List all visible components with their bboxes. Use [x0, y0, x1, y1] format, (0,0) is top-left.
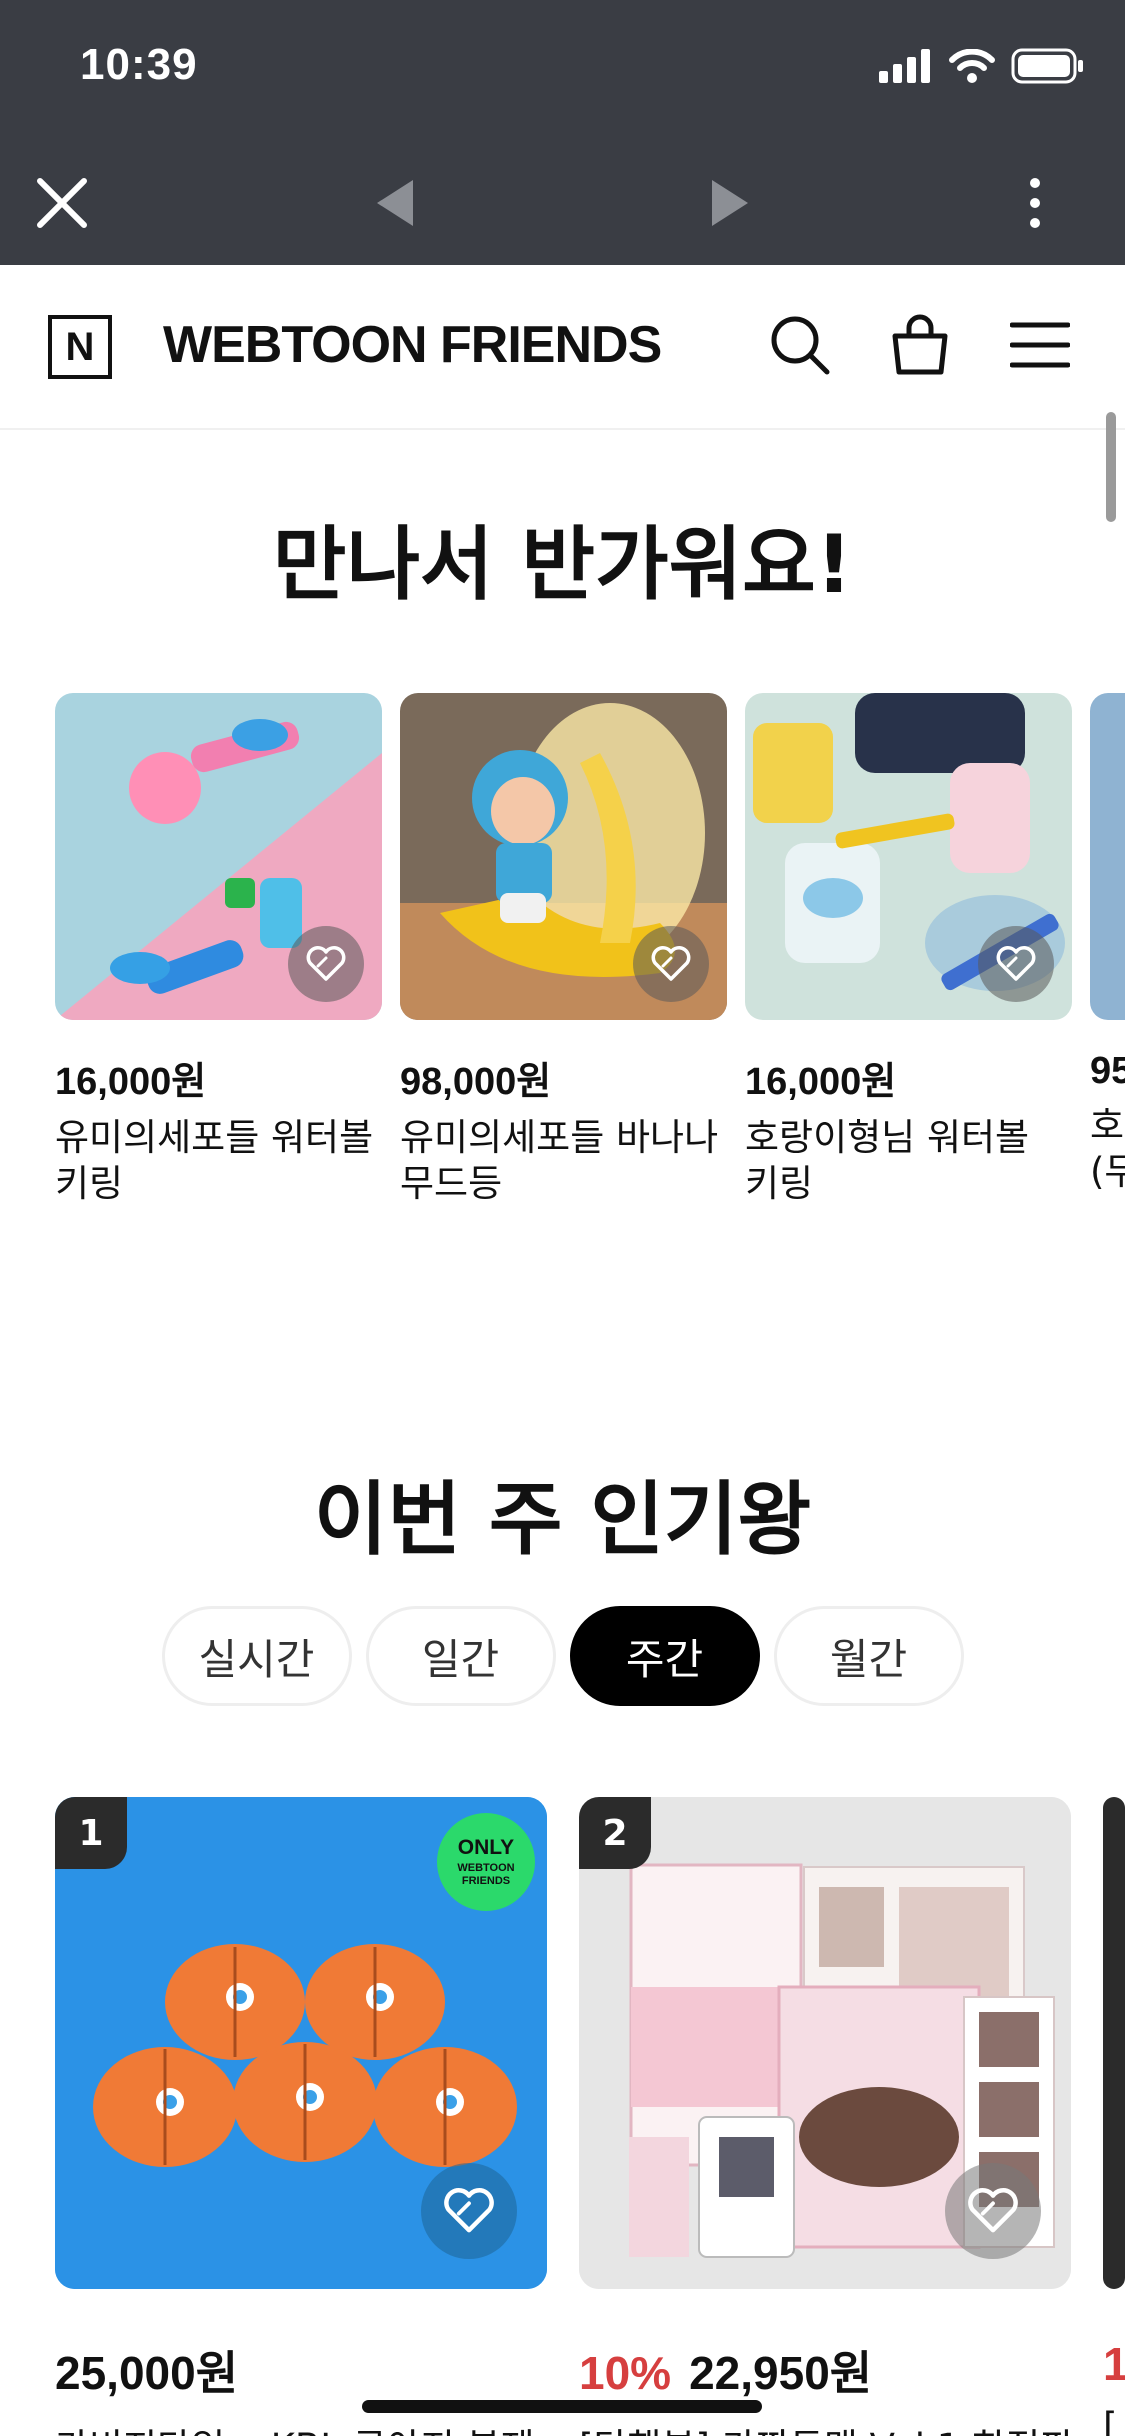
hamburger-menu-icon	[1010, 322, 1070, 368]
tab-monthly[interactable]: 월간	[773, 1606, 964, 1706]
home-indicator[interactable]	[362, 2400, 762, 2413]
wifi-icon	[949, 49, 995, 83]
product-image[interactable]: 2	[579, 1797, 1071, 2289]
product-image[interactable]	[745, 693, 1072, 1020]
product-price-row: 25,000원	[55, 2337, 547, 2403]
heart-icon	[306, 946, 346, 981]
more-options-button[interactable]	[980, 140, 1090, 265]
close-icon	[37, 177, 87, 228]
status-bar: 10:39	[0, 0, 1125, 140]
product-price: 16,000원	[745, 1061, 897, 1103]
heart-icon	[996, 946, 1036, 981]
badge-line: FRIENDS	[461, 1875, 511, 1887]
browser-toolbar	[0, 140, 1125, 265]
product-name[interactable]: 가비지타임 x KBL 공아지 봉제	[55, 2417, 547, 2436]
product-image[interactable]	[1103, 1797, 1125, 2289]
product-price-row: 1	[1103, 2337, 1125, 2391]
product-image[interactable]: 1 ONLY WEBTOON FRIENDS	[55, 1797, 547, 2289]
product-price: 22,950원	[689, 2347, 873, 2399]
cart-button[interactable]	[885, 310, 955, 380]
product-price: 25,000원	[55, 2347, 239, 2399]
only-webtoon-friends-badge: ONLY WEBTOON FRIENDS	[437, 1813, 535, 1911]
badge-line: ONLY	[457, 1836, 515, 1859]
product-name[interactable]: [	[1103, 2405, 1125, 2436]
battery-icon	[1011, 48, 1083, 84]
product-name[interactable]: 유미의세포들 워터볼 키링	[55, 1115, 382, 1207]
product-card-partial[interactable]: 95 호(두	[1090, 693, 1125, 1195]
ranked-product-card-partial[interactable]: 1 [	[1103, 1797, 1125, 2436]
product-name[interactable]: [단행본] 가짜동맹 Vol.1 한정판	[579, 2417, 1071, 2436]
product-name[interactable]: 호(두	[1090, 1103, 1125, 1195]
rank-badge: 2	[579, 1797, 651, 1869]
product-price: 98,000원	[400, 1061, 552, 1103]
status-icons	[879, 48, 1085, 84]
wishlist-button[interactable]	[633, 926, 709, 1002]
product-price: 1	[1103, 2338, 1125, 2390]
wishlist-button[interactable]	[978, 926, 1054, 1002]
heart-icon	[651, 946, 691, 981]
product-price: 95	[1090, 1050, 1125, 1092]
product-price: 16,000원	[55, 1061, 207, 1103]
site-header: N WEBTOON FRIENDS	[0, 265, 1125, 430]
naver-logo[interactable]: N	[48, 315, 112, 379]
wishlist-button[interactable]	[288, 926, 364, 1002]
wishlist-button[interactable]	[421, 2163, 517, 2259]
brand-title[interactable]: WEBTOON FRIENDS	[163, 315, 662, 375]
ranked-product-card[interactable]: 2 10% 22,950원 [단행본] 가짜동맹 Vol.1 한정판	[579, 1797, 1071, 2436]
search-icon	[771, 316, 830, 375]
product-card[interactable]: 98,000원 유미의세포들 바나나 무드등	[400, 693, 727, 1207]
back-arrow-icon	[377, 179, 413, 226]
tab-realtime[interactable]: 실시간	[161, 1606, 352, 1706]
section-title-popular: 이번 주 인기왕	[313, 1473, 812, 1566]
wishlist-button[interactable]	[945, 2163, 1041, 2259]
product-image[interactable]	[55, 693, 382, 1020]
product-image[interactable]	[1090, 693, 1125, 1020]
forward-arrow-icon	[712, 179, 748, 226]
product-price-row: 10% 22,950원	[579, 2337, 1071, 2403]
section-title-welcome: 만나서 반가워요!	[272, 518, 853, 611]
menu-button[interactable]	[1005, 310, 1075, 380]
search-button[interactable]	[765, 310, 835, 380]
signal-icon	[879, 49, 930, 83]
rank-badge: 1	[55, 1797, 127, 1869]
more-vertical-icon	[1030, 177, 1040, 228]
heart-icon	[968, 2188, 1018, 2233]
product-card[interactable]: 16,000원 호랑이형님 워터볼 키링	[745, 693, 1072, 1207]
product-image[interactable]	[400, 693, 727, 1020]
discount-rate: 10%	[579, 2347, 672, 2399]
tab-daily[interactable]: 일간	[365, 1606, 556, 1706]
status-time: 10:39	[80, 40, 198, 89]
close-button[interactable]	[7, 140, 117, 265]
period-tabs: 실시간 일간 주간 월간	[0, 1606, 1125, 1706]
product-card[interactable]: 16,000원 유미의세포들 워터볼 키링	[55, 693, 382, 1207]
forward-button[interactable]	[675, 140, 785, 265]
badge-line: WEBTOON	[457, 1862, 515, 1874]
back-button[interactable]	[340, 140, 450, 265]
product-name[interactable]: 호랑이형님 워터볼 키링	[745, 1115, 1072, 1207]
heart-icon	[444, 2188, 494, 2233]
shopping-bag-icon	[892, 314, 948, 375]
ranked-product-card[interactable]: 1 ONLY WEBTOON FRIENDS 25,000원 가비지타임 x K…	[55, 1797, 547, 2436]
tab-weekly[interactable]: 주간	[569, 1606, 760, 1706]
product-name[interactable]: 유미의세포들 바나나 무드등	[400, 1115, 727, 1207]
